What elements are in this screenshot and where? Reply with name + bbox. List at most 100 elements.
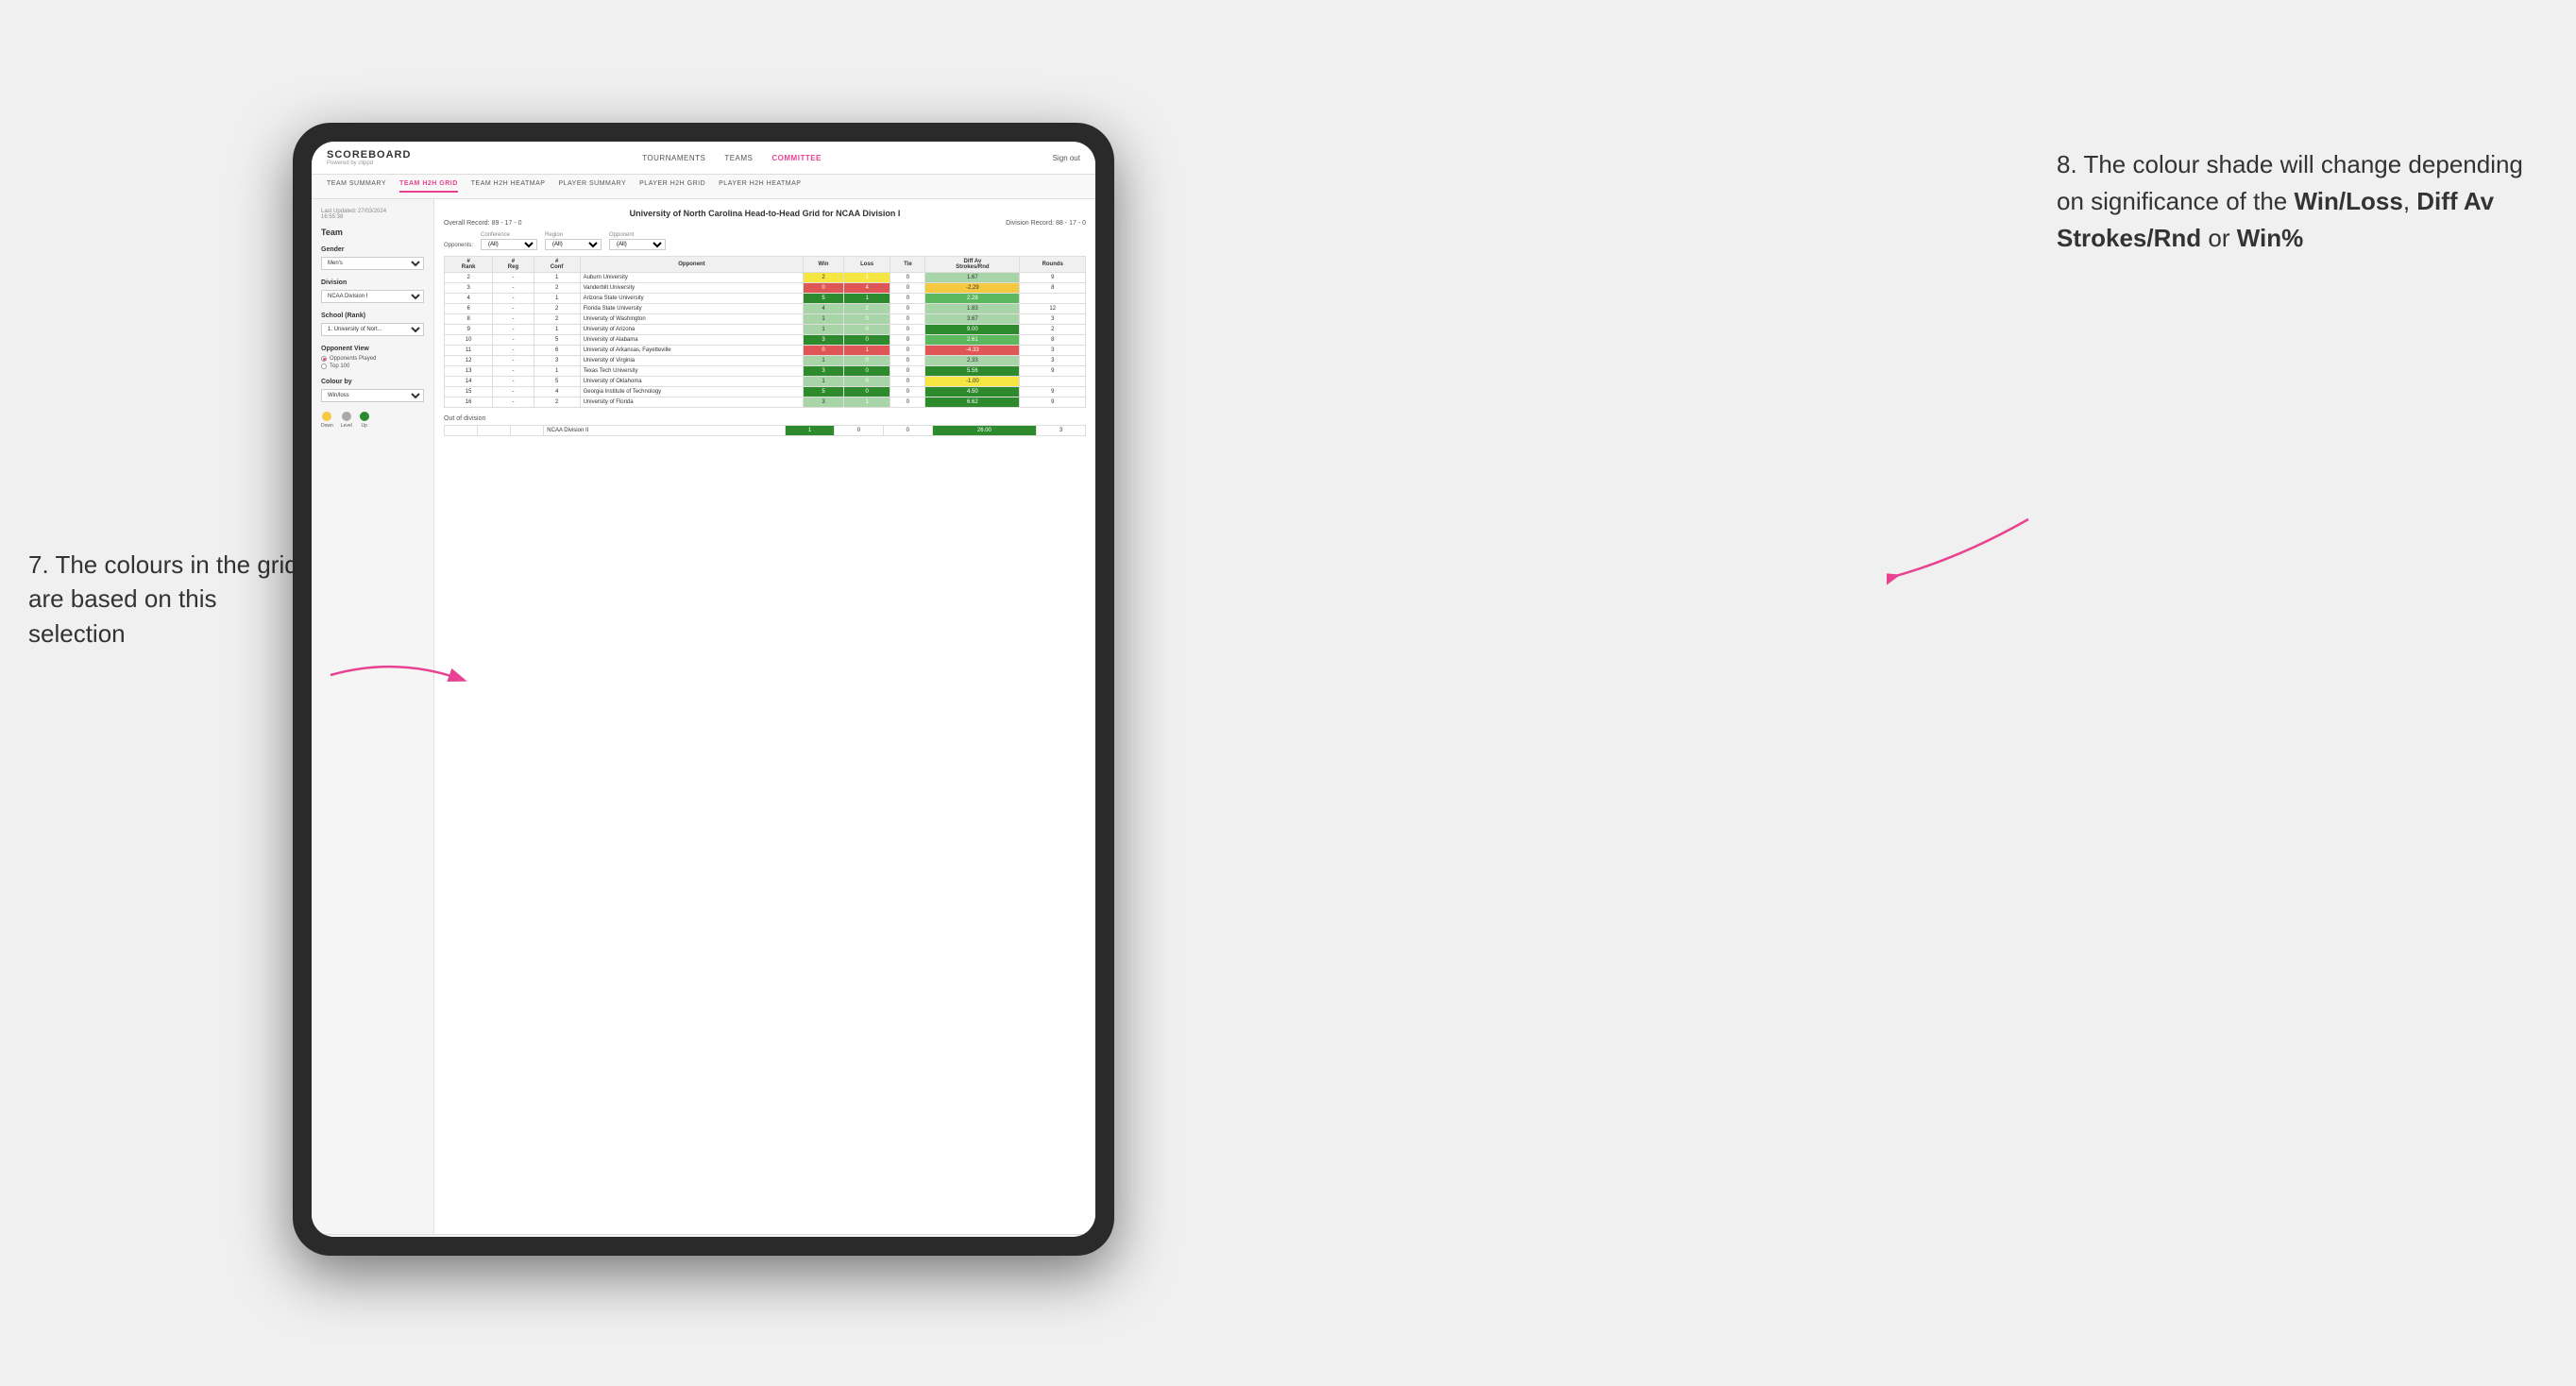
radio-top100[interactable]: Top 100 (321, 363, 424, 369)
gender-select[interactable]: Men's (321, 257, 424, 270)
right-content: University of North Carolina Head-to-Hea… (434, 199, 1095, 1234)
tab-team-h2h-grid[interactable]: TEAM H2H GRID (399, 180, 458, 193)
col-diff: Diff AvStrokes/Rnd (925, 257, 1020, 273)
conference-filter: Conference (All) (481, 232, 537, 250)
colour-by-select[interactable]: Win/loss (321, 389, 424, 402)
annotation-bold3: Win% (2237, 224, 2304, 252)
table-row: 3-2Vanderbilt University040-2.298 (445, 283, 1086, 294)
table-row: 8-2University of Washington1003.673 (445, 314, 1086, 325)
table-row: 14-5University of Oklahoma100-1.00 (445, 377, 1086, 387)
last-updated-time: 16:55:38 (321, 214, 424, 220)
radio-dot-checked (321, 356, 327, 362)
nav-committee[interactable]: COMMITTEE (771, 154, 822, 162)
opponent-view-label: Opponent View (321, 346, 424, 352)
out-of-division-row: NCAA Division II10026.003 (445, 426, 1086, 436)
radio-group: Opponents Played Top 100 (321, 356, 424, 369)
opponent-filter: Opponent (All) (609, 232, 666, 250)
table-row: 13-1Texas Tech University3005.569 (445, 366, 1086, 377)
table-row: 4-1Arizona State University5102.28 (445, 294, 1086, 304)
division-label: Division (321, 279, 424, 286)
legend-down-dot (322, 412, 331, 421)
table-row: 15-4Georgia Institute of Technology5004.… (445, 387, 1086, 397)
gender-label: Gender (321, 246, 424, 253)
arrow-right-svg (1887, 510, 2038, 585)
out-of-division-label: Out of division (444, 415, 1086, 422)
app-logo: SCOREBOARD (327, 149, 411, 161)
h2h-table: #Rank #Reg #Conf Opponent Win Loss Tie D… (444, 256, 1086, 408)
table-row: 9-1University of Arizona1009.002 (445, 325, 1086, 335)
legend-down: Down (321, 412, 333, 429)
annotation-sep2: or (2201, 224, 2237, 252)
tab-team-summary[interactable]: TEAM SUMMARY (327, 180, 386, 193)
col-tie: Tie (890, 257, 925, 273)
logo-sub: Powered by clippd (327, 161, 411, 166)
col-loss: Loss (843, 257, 890, 273)
col-reg: #Reg (493, 257, 534, 273)
annotation-bold1: Win/Loss (2295, 187, 2403, 215)
division-select[interactable]: NCAA Division I (321, 290, 424, 303)
opponent-select[interactable]: (All) (609, 239, 666, 250)
sign-out-link[interactable]: Sign out (1053, 154, 1080, 162)
legend-level: Level (341, 412, 352, 429)
table-row: 11-6University of Arkansas, Fayetteville… (445, 346, 1086, 356)
annotation-sep1: , (2403, 187, 2416, 215)
panel-colour-by: Colour by Win/loss (321, 379, 424, 402)
annotation-left-number: 7. (28, 550, 49, 579)
legend-up-label: Up (362, 423, 367, 429)
filter-row: Opponents: Conference (All) Region (All) (444, 232, 1086, 250)
panel-opponent-view: Opponent View Opponents Played Top 100 (321, 346, 424, 369)
region-label: Region (545, 232, 602, 238)
legend-down-label: Down (321, 423, 333, 429)
panel-team-section: Team (321, 228, 424, 237)
team-label: Team (321, 228, 424, 237)
annotation-left-text: The colours in the grid are based on thi… (28, 550, 298, 648)
conference-select[interactable]: (All) (481, 239, 537, 250)
radio-opponents-played[interactable]: Opponents Played (321, 356, 424, 362)
colour-by-label: Colour by (321, 379, 424, 385)
legend-up: Up (360, 412, 369, 429)
table-header-row: #Rank #Reg #Conf Opponent Win Loss Tie D… (445, 257, 1086, 273)
col-opponent: Opponent (580, 257, 804, 273)
colour-legend: Down Level Up (321, 412, 424, 429)
main-content: Last Updated: 27/03/2024 16:55:38 Team G… (312, 199, 1095, 1234)
tab-player-summary[interactable]: PLAYER SUMMARY (558, 180, 626, 193)
arrow-left-svg (321, 651, 472, 699)
panel-gender-section: Gender Men's (321, 246, 424, 270)
logo-area: SCOREBOARD Powered by clippd (327, 149, 411, 166)
nav-teams[interactable]: TEAMS (724, 154, 753, 162)
table-row: 12-3University of Virginia1002.333 (445, 356, 1086, 366)
main-nav: TOURNAMENTS TEAMS COMMITTEE (642, 154, 822, 162)
nav-tournaments[interactable]: TOURNAMENTS (642, 154, 705, 162)
table-body: 2-1Auburn University2101.6793-2Vanderbil… (445, 273, 1086, 408)
panel-school-section: School (Rank) 1. University of Nort... (321, 313, 424, 336)
table-row: 10-5University of Alabama3002.618 (445, 335, 1086, 346)
tab-player-h2h-heatmap[interactable]: PLAYER H2H HEATMAP (719, 180, 801, 193)
school-select[interactable]: 1. University of Nort... (321, 323, 424, 336)
annotation-left: 7. The colours in the grid are based on … (28, 548, 312, 651)
opponent-label: Opponent (609, 232, 666, 238)
table-row: 16-2University of Florida3106.629 (445, 397, 1086, 408)
col-conf: #Conf (534, 257, 580, 273)
app-header: SCOREBOARD Powered by clippd TOURNAMENTS… (312, 142, 1095, 175)
out-of-division-table: NCAA Division II10026.003 (444, 425, 1086, 436)
school-label: School (Rank) (321, 313, 424, 319)
overall-record-value: 89 - 17 - 0 (492, 220, 522, 227)
division-record-value: 88 - 17 - 0 (1056, 220, 1086, 227)
radio-top100-label: Top 100 (330, 363, 349, 369)
division-record-label: Division Record: (1006, 220, 1054, 227)
radio-opponents-played-label: Opponents Played (330, 356, 376, 362)
legend-level-label: Level (341, 423, 352, 429)
region-filter: Region (All) (545, 232, 602, 250)
tab-player-h2h-grid[interactable]: PLAYER H2H GRID (639, 180, 705, 193)
legend-up-dot (360, 412, 369, 421)
grid-record: Overall Record: 89 - 17 - 0 Division Rec… (444, 220, 1086, 227)
out-of-division-body: NCAA Division II10026.003 (445, 426, 1086, 436)
sub-tab-bar: TEAM SUMMARY TEAM H2H GRID TEAM H2H HEAT… (312, 175, 1095, 199)
tab-team-h2h-heatmap[interactable]: TEAM H2H HEATMAP (471, 180, 546, 193)
overall-record-label: Overall Record: (444, 220, 490, 227)
last-updated: Last Updated: 27/03/2024 16:55:38 (321, 209, 424, 220)
table-row: 2-1Auburn University2101.679 (445, 273, 1086, 283)
col-win: Win (804, 257, 843, 273)
region-select[interactable]: (All) (545, 239, 602, 250)
grid-title: University of North Carolina Head-to-Hea… (444, 209, 1086, 218)
